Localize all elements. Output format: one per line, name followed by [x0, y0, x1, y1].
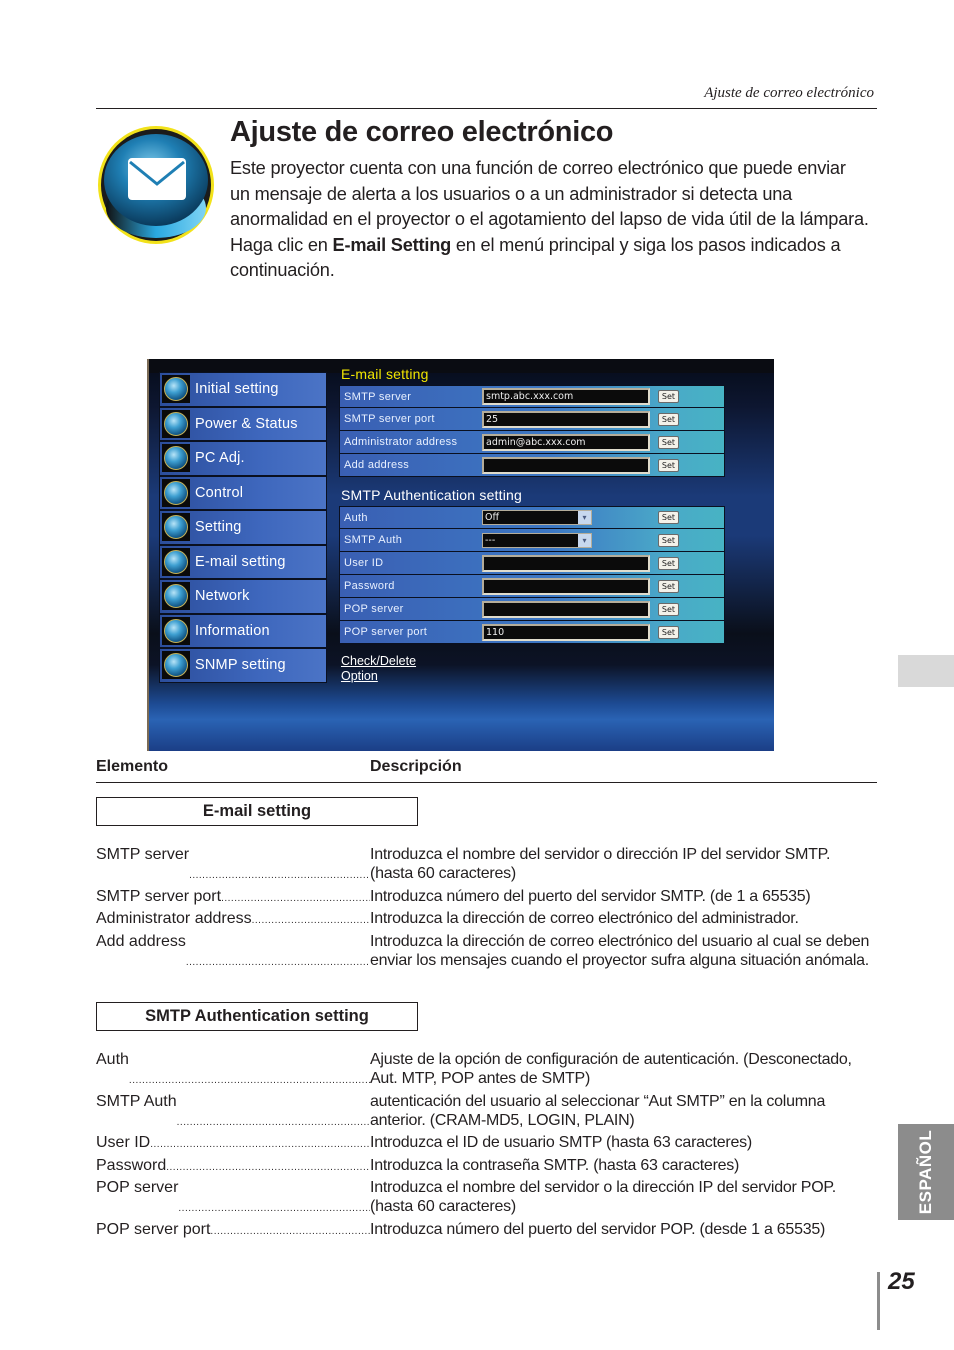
nav-item[interactable]: E-mail setting [159, 544, 327, 579]
column-header-item: Elemento [96, 758, 169, 775]
form-row: SMTP server port 25 Set [339, 408, 725, 431]
smtp-server-input[interactable]: smtp.abc.xxx.com [482, 388, 650, 405]
administrator-address-input[interactable]: admin@abc.xxx.com [482, 433, 650, 451]
auth-entries: Auth ...................................… [96, 1050, 876, 1242]
power-status-icon [162, 409, 190, 438]
set-button[interactable]: Set [658, 533, 679, 547]
network-icon [162, 582, 190, 611]
option-link[interactable]: Option [341, 669, 416, 684]
nav-item[interactable]: Information [159, 613, 327, 648]
pc-adj-icon [162, 444, 190, 473]
nav-item[interactable]: PC Adj. [159, 441, 327, 476]
list-item: Auth ...................................… [96, 1051, 852, 1087]
smtp-auth-form: Auth Off ▾ Set SMTP Auth --- ▾ Set User ID Set … [339, 506, 725, 644]
list-item: Add address.............................… [96, 932, 870, 969]
language-tab: ESPAÑOL [898, 1124, 954, 1220]
header-rule [96, 108, 877, 109]
link-list: Check/Delete Option [341, 654, 416, 684]
list-item: Password ...............................… [96, 1156, 740, 1174]
envelope-icon [98, 126, 214, 244]
section-heading-email: E-mail setting [96, 797, 418, 826]
form-row: POP server port 110 Set [339, 621, 725, 644]
form-row: Password Set [339, 575, 725, 598]
list-item: SMTP server.............................… [96, 846, 831, 882]
email-settings-form: SMTP server smtp.abc.xxx.com Set SMTP serv… [339, 385, 725, 477]
auth-select[interactable]: Off ▾ [482, 510, 592, 525]
pop-server-port-input[interactable]: 110 [482, 623, 650, 641]
list-item: POP server..............................… [96, 1179, 836, 1215]
snmp-icon [162, 651, 190, 680]
form-row: Administrator address admin@abc.xxx.com Se… [339, 431, 725, 454]
form-row: SMTP server smtp.abc.xxx.com Set [339, 385, 725, 408]
set-button[interactable]: Set [658, 412, 679, 426]
control-icon [162, 478, 190, 507]
set-button[interactable]: Set [658, 435, 679, 449]
form-row: User ID Set [339, 552, 725, 575]
page-title: Ajuste de correo electrónico [230, 116, 614, 148]
email-settings-screenshot: Initial setting Power & Status PC Adj. C… [147, 359, 774, 751]
list-item: POP server port ........................… [96, 1220, 826, 1238]
page-number: 25 [888, 1268, 915, 1295]
set-button[interactable]: Set [658, 390, 679, 403]
password-input[interactable] [482, 577, 650, 595]
email-icon [162, 547, 190, 576]
set-button[interactable]: Set [658, 556, 679, 570]
form-row: POP server Set [339, 598, 725, 621]
menu-reference: E-mail Setting [332, 234, 452, 255]
nav-item[interactable]: Control [159, 475, 327, 510]
pop-server-input[interactable] [482, 600, 650, 618]
intro-paragraph: Este proyector cuenta con una función de… [230, 158, 869, 281]
chevron-down-icon[interactable]: ▾ [578, 511, 591, 524]
list-item: SMTP server port .......................… [96, 887, 811, 905]
email-section-title: E-mail setting [341, 366, 429, 382]
set-button[interactable]: Set [658, 579, 679, 593]
form-row: SMTP Auth --- ▾ Set [339, 529, 725, 552]
list-item: Administrator address ..................… [96, 910, 799, 927]
set-button[interactable]: Set [658, 511, 679, 524]
nav-item[interactable]: Network [159, 579, 327, 614]
list-item: User ID.................................… [96, 1134, 752, 1151]
set-button[interactable]: Set [658, 625, 679, 639]
set-button[interactable]: Set [658, 602, 679, 616]
set-button[interactable]: Set [658, 458, 679, 472]
section-heading-auth: SMTP Authentication setting [96, 1002, 418, 1031]
user-id-input[interactable] [482, 554, 650, 572]
email-entries: SMTP server.............................… [96, 845, 876, 973]
initial-setting-icon [162, 375, 190, 404]
form-row: Add address Set [339, 454, 725, 477]
nav-item[interactable]: Power & Status [159, 406, 327, 441]
side-tab-marker [898, 655, 954, 687]
nav-item[interactable]: Setting [159, 510, 327, 545]
auth-section-title: SMTP Authentication setting [341, 487, 523, 503]
chevron-down-icon[interactable]: ▾ [578, 533, 591, 547]
setting-icon [162, 513, 190, 542]
smtp-server-port-input[interactable]: 25 [482, 410, 650, 428]
main-menu: Initial setting Power & Status PC Adj. C… [159, 372, 327, 683]
add-address-input[interactable] [482, 456, 650, 474]
form-row: Auth Off ▾ Set [339, 506, 725, 529]
page-number-bar [877, 1272, 880, 1330]
information-icon [162, 616, 190, 645]
table-header-rule [96, 782, 877, 783]
list-item: SMTP Auth ..............................… [96, 1092, 826, 1129]
smtp-auth-select[interactable]: --- ▾ [482, 532, 592, 548]
nav-item[interactable]: Initial setting [159, 372, 327, 407]
running-head: Ajuste de correo electrónico [704, 85, 874, 101]
nav-item[interactable]: SNMP setting [159, 648, 327, 683]
column-header-description: Descripción [370, 758, 462, 775]
check-delete-link[interactable]: Check/Delete [341, 654, 416, 669]
